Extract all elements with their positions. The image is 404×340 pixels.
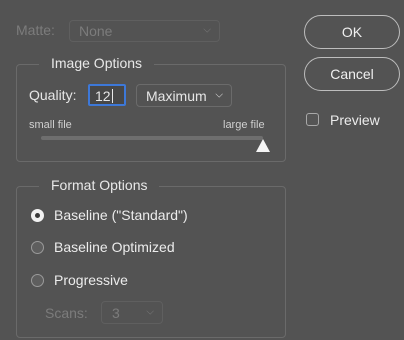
format-option-label: Baseline Optimized [54, 239, 175, 255]
ok-button[interactable]: OK [304, 15, 400, 49]
image-options-title: Image Options [39, 55, 155, 71]
chevron-down-icon: ⌵ [203, 24, 211, 36]
cancel-label: Cancel [330, 66, 374, 82]
quality-preset-select[interactable]: Maximum ⌵ [136, 84, 232, 107]
quality-value: 12 [95, 88, 111, 104]
scans-select[interactable]: 3 ⌵ [101, 301, 163, 324]
small-file-label: small file [29, 119, 72, 131]
large-file-label: large file [223, 119, 265, 131]
format-option-label: Progressive [54, 272, 128, 288]
format-option-label: Baseline ("Standard") [54, 207, 188, 223]
format-option-progressive[interactable]: Progressive [31, 272, 128, 288]
matte-label: Matte: [16, 22, 55, 38]
image-options-group: Image Options [16, 55, 286, 162]
matte-value: None [79, 23, 113, 39]
radio-selected-icon [31, 208, 44, 222]
scans-label: Scans: [45, 305, 88, 321]
ok-label: OK [341, 24, 363, 40]
quality-slider-track[interactable] [41, 136, 263, 140]
scans-value: 3 [112, 304, 120, 321]
radio-icon [31, 273, 44, 287]
quality-input[interactable]: 12 [88, 84, 126, 106]
radio-icon [31, 240, 44, 254]
format-option-baseline-standard[interactable]: Baseline ("Standard") [31, 207, 188, 223]
quality-preset-value: Maximum [146, 87, 207, 104]
chevron-down-icon: ⌵ [146, 305, 154, 317]
quality-label: Quality: [29, 87, 77, 103]
chevron-down-icon: ⌵ [215, 88, 223, 100]
cancel-button[interactable]: Cancel [304, 57, 400, 91]
matte-select[interactable]: None ⌵ [69, 20, 220, 42]
format-option-baseline-optimized[interactable]: Baseline Optimized [31, 239, 175, 255]
preview-checkbox[interactable] [306, 113, 319, 126]
preview-label[interactable]: Preview [330, 112, 380, 128]
format-options-title: Format Options [39, 177, 160, 193]
quality-slider-handle[interactable] [256, 139, 270, 152]
